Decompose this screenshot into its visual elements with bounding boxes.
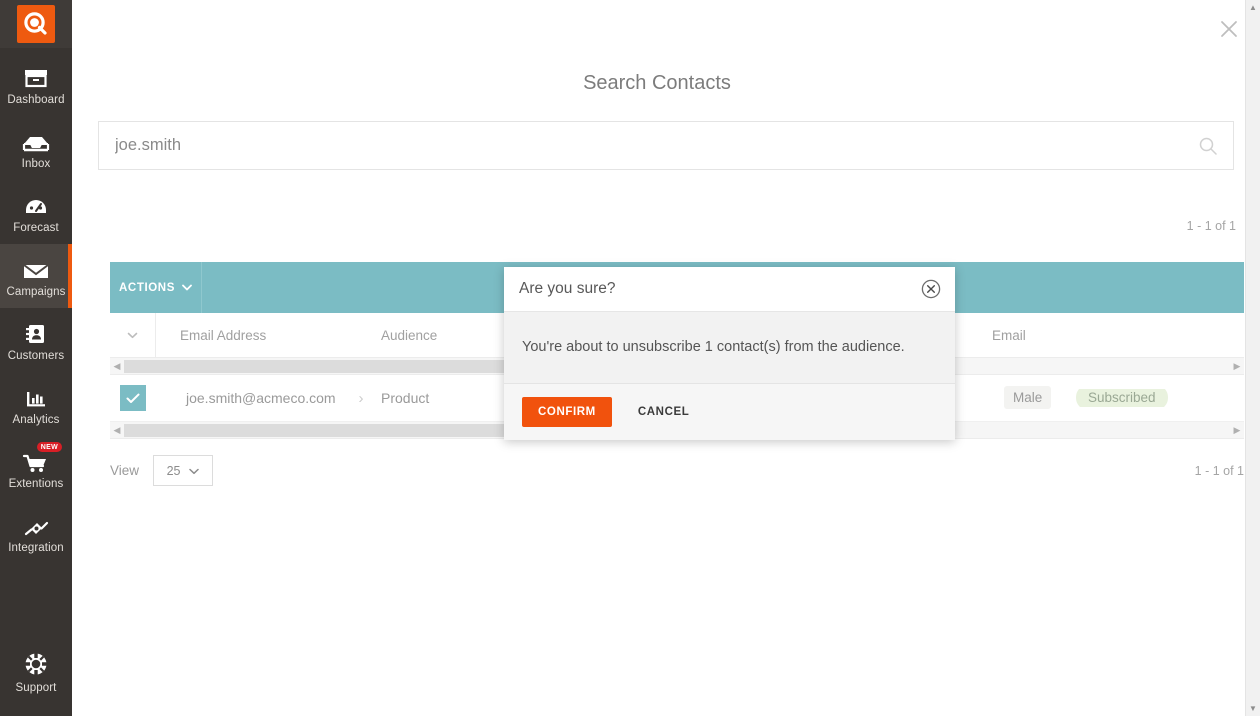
sidebar-label: Inbox (22, 158, 51, 170)
dialog-header: Are you sure? (504, 267, 955, 312)
sidebar-item-dashboard[interactable]: Dashboard (0, 52, 72, 116)
confirm-dialog: Are you sure? You're about to unsubscrib… (504, 267, 955, 440)
sidebar-label: Analytics (13, 414, 60, 426)
page-title: Search Contacts (72, 72, 1242, 95)
new-badge: NEW (37, 442, 62, 452)
sidebar-label: Extentions (9, 478, 64, 490)
bar-chart-icon (24, 383, 48, 409)
dialog-message: You're about to unsubscribe 1 contact(s)… (504, 312, 955, 384)
logo-container[interactable] (0, 0, 72, 48)
scroll-thumb[interactable] (124, 360, 533, 373)
sidebar-item-campaigns[interactable]: Campaigns (0, 244, 72, 308)
forecast-icon (23, 191, 49, 217)
page-scrollbar[interactable]: ▲ ▼ (1245, 0, 1260, 716)
search-box[interactable] (98, 121, 1234, 170)
status-badge: Subscribed (1076, 389, 1168, 407)
column-header-email[interactable]: Email Address (156, 328, 381, 343)
scroll-down-arrow[interactable]: ▼ (1246, 701, 1260, 716)
chevron-down-icon (182, 284, 192, 291)
dialog-title: Are you sure? (519, 280, 616, 298)
inbox-icon (22, 127, 50, 153)
sidebar-label: Customers (8, 350, 65, 362)
plug-icon (23, 511, 49, 537)
sidebar-item-support[interactable]: Support (0, 640, 72, 704)
row-checkbox-checked[interactable] (120, 385, 146, 411)
sidebar-item-inbox[interactable]: Inbox (0, 116, 72, 180)
sidebar-item-analytics[interactable]: Analytics (0, 372, 72, 436)
sidebar-item-forecast[interactable]: Forecast (0, 180, 72, 244)
select-all-dropdown[interactable] (110, 313, 156, 357)
search-icon[interactable] (1197, 135, 1219, 157)
actions-label: ACTIONS (119, 282, 175, 294)
close-circle-icon[interactable] (921, 279, 941, 299)
scroll-left-arrow[interactable]: ◀ (110, 425, 124, 436)
sidebar-label: Forecast (13, 222, 59, 234)
app-root: Dashboard Inbox (0, 0, 1260, 716)
scroll-right-arrow[interactable]: ▶ (1230, 425, 1244, 436)
cell-status: Subscribed (1076, 389, 1186, 407)
sidebar-item-extentions[interactable]: NEW Extentions (0, 436, 72, 500)
actions-dropdown-button[interactable]: ACTIONS (110, 262, 202, 313)
sidebar-spacer (0, 564, 72, 640)
main-content: Search Contacts 1 - 1 of 1 ACTIONS (72, 0, 1260, 716)
confirm-button[interactable]: CONFIRM (522, 397, 612, 427)
cart-icon: NEW (22, 447, 50, 473)
page-size-value: 25 (167, 464, 181, 478)
cancel-button[interactable]: CANCEL (632, 405, 696, 419)
scroll-right-arrow[interactable]: ▶ (1230, 361, 1244, 372)
row-expand-icon[interactable]: › (341, 390, 381, 407)
row-checkbox-cell[interactable] (110, 375, 156, 421)
result-count-top: 1 - 1 of 1 (1187, 219, 1236, 233)
lifebuoy-icon (23, 651, 49, 677)
sidebar: Dashboard Inbox (0, 0, 72, 716)
sidebar-item-customers[interactable]: Customers (0, 308, 72, 372)
gender-badge: Male (1004, 386, 1051, 409)
page-size-select[interactable]: 25 (153, 455, 213, 486)
sidebar-label: Support (16, 682, 57, 694)
search-input[interactable] (113, 135, 1197, 156)
sidebar-label: Campaigns (6, 286, 65, 298)
app-logo-icon[interactable] (17, 5, 55, 43)
scroll-left-arrow[interactable]: ◀ (110, 361, 124, 372)
dashboard-icon (23, 63, 49, 89)
contacts-icon (24, 319, 48, 345)
table-footer: View 25 1 - 1 of 1 (110, 455, 1244, 486)
sidebar-item-integration[interactable]: Integration (0, 500, 72, 564)
scroll-thumb[interactable] (124, 424, 533, 437)
scroll-up-arrow[interactable]: ▲ (1246, 0, 1260, 15)
view-label: View (110, 463, 139, 478)
search-row (98, 121, 1234, 170)
sidebar-nav: Dashboard Inbox (0, 48, 72, 564)
chevron-down-icon (189, 464, 199, 478)
cell-gender: Male (1004, 389, 1076, 407)
sidebar-label: Integration (8, 542, 63, 554)
close-icon[interactable] (1218, 18, 1240, 40)
sidebar-label: Dashboard (7, 94, 64, 106)
dialog-actions: CONFIRM CANCEL (504, 384, 955, 440)
envelope-icon (22, 255, 50, 281)
column-header-email-status[interactable]: Email (992, 328, 1052, 343)
result-count-bottom: 1 - 1 of 1 (1195, 464, 1244, 478)
cell-email[interactable]: joe.smith@acmeco.com (156, 390, 341, 406)
